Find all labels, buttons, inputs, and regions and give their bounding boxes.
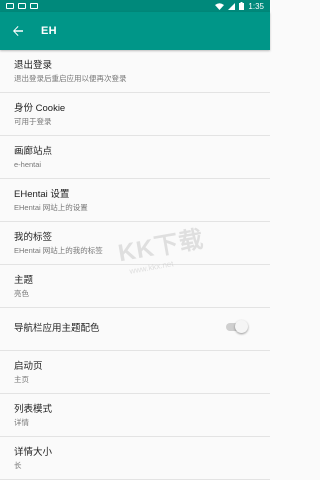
status-bar: 1:35 bbox=[0, 0, 270, 12]
setting-summary: 详情 bbox=[14, 418, 29, 427]
setting-title: EHentai 设置 bbox=[14, 189, 70, 200]
setting-title: 主题 bbox=[14, 275, 34, 286]
arrow-back-icon bbox=[13, 26, 23, 36]
setting-title: 退出登录 bbox=[14, 60, 53, 71]
setting-title: 身份 Cookie bbox=[14, 103, 66, 114]
wifi-icon bbox=[215, 2, 225, 10]
app-bar: EH bbox=[0, 12, 270, 50]
setting-detail-size[interactable]: 详情大小 长 bbox=[0, 437, 270, 480]
setting-summary: e-hentai bbox=[14, 160, 42, 169]
signal-icon bbox=[228, 2, 236, 10]
navbar-theme-toggle[interactable] bbox=[226, 320, 248, 333]
setting-title: 画廊站点 bbox=[14, 146, 53, 157]
setting-summary: 长 bbox=[14, 461, 22, 470]
image-icon bbox=[30, 3, 38, 9]
notification-icons bbox=[6, 3, 38, 9]
gamepad-icon bbox=[18, 3, 26, 9]
setting-gallery-site[interactable]: 画廊站点 e-hentai bbox=[0, 136, 270, 179]
system-icons: 1:35 bbox=[215, 2, 264, 11]
setting-summary: 亮色 bbox=[14, 289, 29, 298]
setting-logout[interactable]: 退出登录 退出登录后重启应用以便再次登录 bbox=[0, 50, 270, 93]
back-button[interactable] bbox=[5, 18, 31, 44]
setting-title: 列表模式 bbox=[14, 404, 53, 415]
setting-title: 导航栏应用主题配色 bbox=[14, 323, 100, 334]
setting-identity-cookie[interactable]: 身份 Cookie 可用于登录 bbox=[0, 93, 270, 136]
clock: 1:35 bbox=[248, 1, 264, 11]
page-title: EH bbox=[41, 25, 57, 37]
setting-ehentai-settings[interactable]: EHentai 设置 EHentai 网站上的设置 bbox=[0, 179, 270, 222]
setting-title: 详情大小 bbox=[14, 447, 53, 458]
setting-summary: EHentai 网站上的设置 bbox=[14, 203, 88, 212]
setting-summary: 主页 bbox=[14, 375, 29, 384]
toggle-knob bbox=[235, 320, 248, 333]
setting-list-mode[interactable]: 列表模式 详情 bbox=[0, 394, 270, 437]
setting-title: 启动页 bbox=[14, 361, 43, 372]
battery-icon bbox=[239, 2, 245, 10]
setting-navbar-theme-color[interactable]: 导航栏应用主题配色 bbox=[0, 308, 270, 351]
setting-summary: 可用于登录 bbox=[14, 117, 52, 126]
setting-launch-page[interactable]: 启动页 主页 bbox=[0, 351, 270, 394]
setting-summary: 退出登录后重启应用以便再次登录 bbox=[14, 74, 127, 83]
gamepad-icon bbox=[6, 3, 14, 9]
